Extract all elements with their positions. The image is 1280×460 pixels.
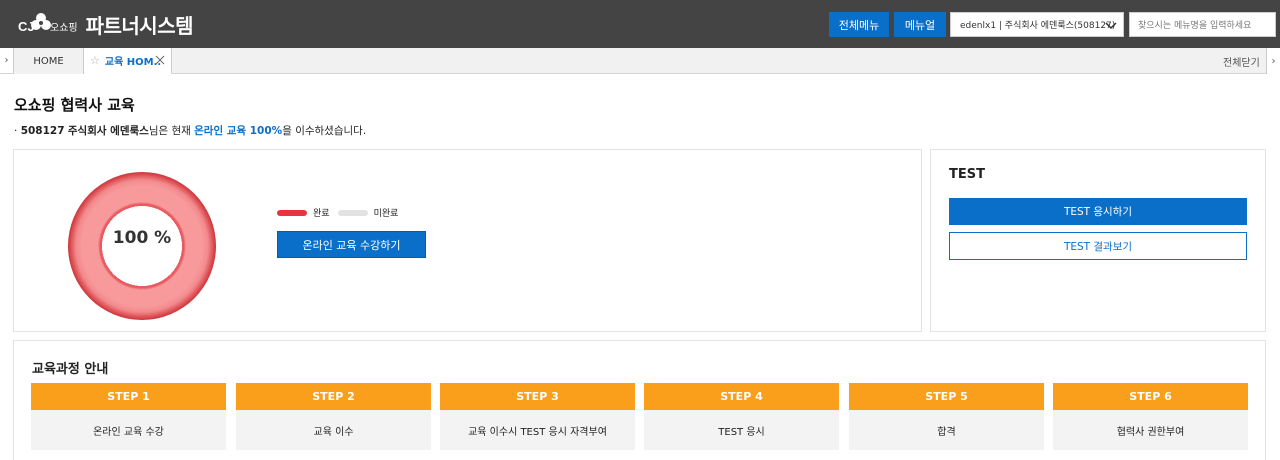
step-body: 합격 bbox=[849, 410, 1044, 450]
progress-legend: 완료 미완료 bbox=[277, 206, 406, 219]
test-title: TEST bbox=[949, 167, 985, 182]
cj-logo[interactable]: CJ 오쇼핑 파트너시스템 bbox=[18, 8, 194, 40]
tab-education-label: 교육 HOM.. bbox=[104, 57, 162, 68]
step-card: STEP 5 합격 bbox=[849, 383, 1044, 450]
completion-summary: · 508127 주식회사 에덴룩스님은 현재 온라인 교육 100%을 이수하… bbox=[14, 123, 366, 138]
step-head: STEP 4 bbox=[644, 383, 839, 410]
summary-company: 주식회사 에덴룩스 bbox=[67, 125, 149, 137]
top-header: CJ 오쇼핑 파트너시스템 전체메뉴 메뉴얼 edenlx1 | 주식회사 에덴… bbox=[0, 0, 1280, 48]
cj-flower-icon bbox=[31, 13, 51, 30]
step-card: STEP 1 온라인 교육 수강 bbox=[31, 383, 226, 450]
star-icon[interactable]: ☆ bbox=[90, 54, 100, 67]
step-head: STEP 1 bbox=[31, 383, 226, 410]
take-test-button[interactable]: TEST 응시하기 bbox=[949, 198, 1247, 225]
summary-partner-code: 508127 bbox=[20, 125, 65, 137]
tab-education-home[interactable]: ☆ 교육 HOM.. bbox=[84, 48, 172, 74]
step-head: STEP 6 bbox=[1053, 383, 1248, 410]
logo-title: 파트너시스템 bbox=[85, 13, 194, 38]
progress-percent-label: 100 % bbox=[112, 228, 172, 248]
tab-home[interactable]: HOME bbox=[14, 48, 84, 74]
user-select[interactable]: edenlx1 | 주식회사 에덴룩스(508127) bbox=[950, 12, 1124, 37]
legend-done-swatch bbox=[277, 209, 307, 216]
step-body: TEST 응시 bbox=[644, 410, 839, 450]
manual-button[interactable]: 메뉴얼 bbox=[894, 12, 946, 37]
step-card: STEP 4 TEST 응시 bbox=[644, 383, 839, 450]
user-select-value: edenlx1 | 주식회사 에덴룩스(508127) bbox=[960, 21, 1116, 31]
step-card: STEP 2 교육 이수 bbox=[236, 383, 431, 450]
legend-done-label: 완료 bbox=[313, 209, 330, 219]
step-body: 교육 이수시 TEST 응시 자격부여 bbox=[440, 410, 635, 450]
tab-scroll-right-icon[interactable]: › bbox=[1266, 48, 1280, 74]
step-card: STEP 6 협력사 권한부여 bbox=[1053, 383, 1248, 450]
summary-bullet: · bbox=[14, 125, 18, 137]
menu-search-input[interactable]: 찾으시는 메뉴명을 입력하세요 bbox=[1129, 12, 1276, 37]
step-head: STEP 2 bbox=[236, 383, 431, 410]
tab-scroll-left-icon[interactable]: › bbox=[0, 48, 14, 73]
step-head: STEP 3 bbox=[440, 383, 635, 410]
take-online-course-button[interactable]: 온라인 교육 수강하기 bbox=[277, 231, 426, 258]
step-card: STEP 3 교육 이수시 TEST 응시 자격부여 bbox=[440, 383, 635, 450]
chevron-down-icon bbox=[1105, 22, 1117, 30]
menu-search-placeholder: 찾으시는 메뉴명을 입력하세요 bbox=[1138, 21, 1252, 31]
summary-mid: 님은 현재 bbox=[148, 125, 191, 137]
close-icon[interactable] bbox=[155, 55, 165, 65]
page-title: 오쇼핑 협력사 교육 bbox=[14, 96, 135, 114]
legend-todo-swatch bbox=[337, 209, 368, 216]
test-result-button[interactable]: TEST 결과보기 bbox=[949, 232, 1247, 260]
summary-end: 을 이수하셨습니다. bbox=[282, 125, 367, 137]
cj-logo-mark: CJ bbox=[18, 10, 62, 38]
summary-highlight: 온라인 교육 100% bbox=[194, 125, 283, 137]
step-body: 교육 이수 bbox=[236, 410, 431, 450]
all-menu-button[interactable]: 전체메뉴 bbox=[829, 12, 889, 37]
legend-done: 완료 bbox=[277, 206, 330, 219]
tab-bar: › HOME ☆ 교육 HOM.. bbox=[0, 48, 1280, 74]
legend-todo: 미완료 bbox=[337, 206, 399, 219]
legend-todo-label: 미완료 bbox=[373, 209, 399, 219]
step-body: 온라인 교육 수강 bbox=[31, 410, 226, 450]
close-all-tabs-button[interactable]: 전체닫기 bbox=[1223, 54, 1260, 69]
tab-home-label: HOME bbox=[33, 55, 64, 67]
step-head: STEP 5 bbox=[849, 383, 1044, 410]
step-body: 협력사 권한부여 bbox=[1053, 410, 1248, 450]
course-guide-title: 교육과정 안내 bbox=[32, 362, 109, 377]
